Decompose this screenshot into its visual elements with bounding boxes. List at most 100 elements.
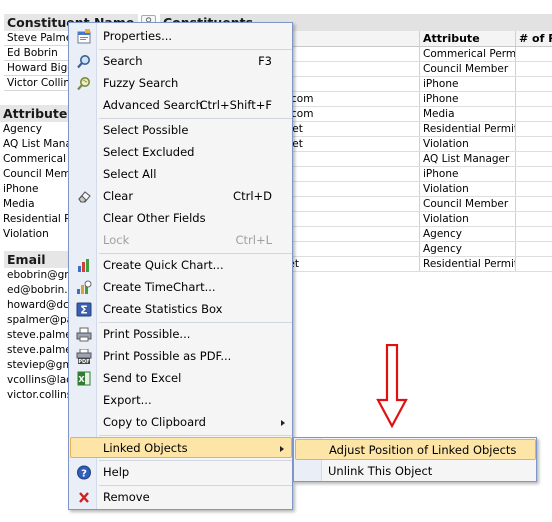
- menu-item-search[interactable]: Search F3: [70, 51, 292, 72]
- column-header-count[interactable]: # of Re: [516, 31, 552, 46]
- menu-item-advanced-search[interactable]: Advanced Search Ctrl+Shift+F: [70, 95, 292, 116]
- excel-icon: X: [77, 371, 91, 386]
- menu-item-select-all[interactable]: Select All: [70, 164, 292, 185]
- statistics-sigma-icon: Σ: [76, 302, 92, 317]
- cell-count: [516, 152, 552, 166]
- menu-item-unlink-object[interactable]: Unlink This Object: [295, 461, 536, 482]
- list-item[interactable]: Violation: [0, 227, 68, 242]
- menu-item-create-statistics-box[interactable]: Σ Create Statistics Box: [70, 299, 292, 320]
- list-item[interactable]: Howard Bigelow: [4, 61, 68, 76]
- list-item[interactable]: Agency: [0, 122, 68, 137]
- list-item[interactable]: Steve Palmer: [4, 31, 68, 46]
- menu-item-print-possible-pdf[interactable]: PDF Print Possible as PDF...: [70, 346, 292, 367]
- menu-item-clear[interactable]: Clear Ctrl+D: [70, 186, 292, 207]
- menu-item-clear-other-fields[interactable]: Clear Other Fields: [70, 208, 292, 229]
- column-header-attribute[interactable]: Attribute: [420, 31, 516, 46]
- cell-attribute: Residential Permit: [420, 257, 516, 271]
- menu-item-create-timechart[interactable]: Create TimeChart...: [70, 277, 292, 298]
- menu-separator: [99, 49, 292, 50]
- list-item[interactable]: steve.palmer@cbsnews.com: [4, 328, 68, 343]
- list-item[interactable]: Victor Collins: [4, 76, 68, 91]
- cell-count: [516, 62, 552, 76]
- menu-item-help[interactable]: ? Help: [70, 462, 292, 483]
- cell-count: [516, 167, 552, 181]
- cell-attribute: Commerical Permit: [420, 47, 516, 61]
- menu-item-create-quick-chart[interactable]: Create Quick Chart...: [70, 255, 292, 276]
- properties-icon: [77, 29, 91, 44]
- cell-count: [516, 47, 552, 61]
- cell-count: [516, 77, 552, 91]
- annotation-arrow-icon: [376, 344, 408, 428]
- help-icon: ?: [77, 465, 91, 480]
- menu-item-select-possible[interactable]: Select Possible: [70, 120, 292, 141]
- remove-x-icon: [79, 492, 89, 503]
- list-item[interactable]: iPhone: [0, 182, 68, 197]
- listbox-title: Attribute: [0, 105, 68, 122]
- list-item[interactable]: ebobrin@gmail.com: [4, 268, 68, 283]
- linked-objects-submenu: Adjust Position of Linked Objects Unlink…: [293, 437, 537, 482]
- eraser-icon: [78, 191, 91, 203]
- cell-count: [516, 227, 552, 241]
- menu-item-print-possible[interactable]: Print Possible...: [70, 324, 292, 345]
- cell-count: [516, 107, 552, 121]
- cell-attribute: Council Member: [420, 197, 516, 211]
- menu-separator: [99, 485, 292, 486]
- search-icon: [77, 55, 90, 69]
- list-item[interactable]: Council Member: [0, 167, 68, 182]
- svg-text:X: X: [78, 375, 85, 384]
- cell-attribute: AQ List Manager: [420, 152, 516, 166]
- cell-count: [516, 212, 552, 226]
- menu-separator: [99, 460, 292, 461]
- menu-separator: [99, 253, 292, 254]
- list-item[interactable]: Media: [0, 197, 68, 212]
- cell-count: [516, 92, 552, 106]
- svg-text:Σ: Σ: [80, 304, 88, 317]
- menu-item-fuzzy-search[interactable]: Fuzzy Search: [70, 73, 292, 94]
- list-item[interactable]: Residential Permit: [0, 212, 68, 227]
- cell-attribute: iPhone: [420, 77, 516, 91]
- cell-attribute: Agency: [420, 242, 516, 256]
- cell-count: [516, 122, 552, 136]
- listbox-title: Email: [4, 251, 68, 268]
- list-item[interactable]: ed@bobrin.com: [4, 283, 68, 298]
- list-item[interactable]: spalmer@palmer.net: [4, 313, 68, 328]
- svg-text:?: ?: [81, 468, 87, 479]
- menu-item-export[interactable]: Export...: [70, 390, 292, 411]
- submenu-arrow-icon: [281, 420, 285, 426]
- submenu-arrow-icon: [280, 446, 284, 452]
- menu-item-lock: Lock Ctrl+L: [103, 233, 272, 247]
- cell-attribute: Violation: [420, 137, 516, 151]
- list-item[interactable]: vcollins@ladmv.gov: [4, 373, 68, 388]
- menu-item-copy-to-clipboard[interactable]: Copy to Clipboard: [70, 412, 292, 433]
- list-item[interactable]: steviep@gmail.com: [4, 358, 68, 373]
- menu-item-properties[interactable]: Properties...: [70, 26, 292, 47]
- menu-item-send-to-excel[interactable]: X Send to Excel: [70, 368, 292, 389]
- quick-chart-icon: [78, 259, 89, 272]
- list-item[interactable]: steve.palmer@hotmail.net: [4, 343, 68, 358]
- cell-attribute: iPhone: [420, 92, 516, 106]
- cell-attribute: Violation: [420, 182, 516, 196]
- printer-icon: [76, 327, 92, 342]
- context-menu: Properties... Search F3 Fuzzy Search Adv…: [68, 22, 293, 510]
- list-item[interactable]: victor.collins@hotmail.net: [4, 388, 68, 403]
- menu-separator: [99, 322, 292, 323]
- cell-count: [516, 197, 552, 211]
- cell-attribute: iPhone: [420, 167, 516, 181]
- cell-count: [516, 182, 552, 196]
- menu-item-remove[interactable]: Remove: [70, 487, 292, 508]
- cell-attribute: Agency: [420, 227, 516, 241]
- menu-item-linked-objects[interactable]: Linked Objects: [70, 437, 292, 458]
- menu-separator: [99, 118, 292, 119]
- menu-item-adjust-position[interactable]: Adjust Position of Linked Objects: [295, 439, 536, 460]
- menu-item-select-excluded[interactable]: Select Excluded: [70, 142, 292, 163]
- svg-text:PDF: PDF: [78, 359, 89, 364]
- cell-attribute: Media: [420, 107, 516, 121]
- fuzzy-search-icon: [77, 77, 90, 91]
- list-item[interactable]: howard@dcfs.gov: [4, 298, 68, 313]
- print-pdf-icon: PDF: [76, 349, 92, 364]
- list-item[interactable]: Ed Bobrin: [4, 46, 68, 61]
- list-item[interactable]: AQ List Manager: [0, 137, 68, 152]
- cell-attribute: Council Member: [420, 62, 516, 76]
- timechart-icon: [77, 280, 92, 294]
- list-item[interactable]: Commerical Permit: [0, 152, 68, 167]
